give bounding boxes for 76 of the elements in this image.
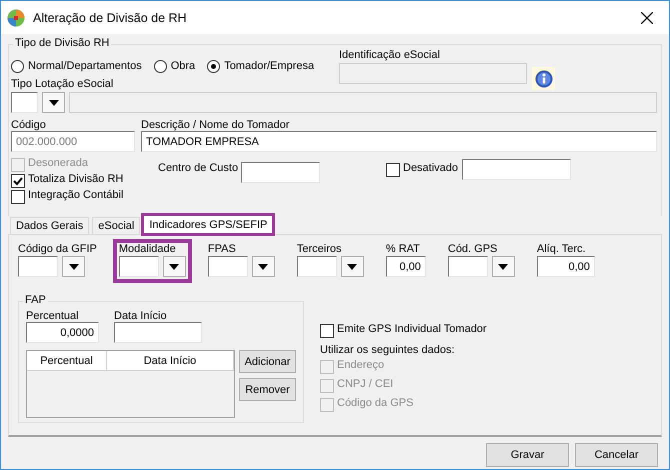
field-label: Data Início [114, 310, 167, 322]
radio-label: Normal/Departamentos [28, 60, 142, 72]
checkbox-label: Desonerada [28, 157, 88, 169]
dialog-button[interactable]: Gravar [486, 443, 569, 467]
section-label: Utilizar os seguintes dados: [320, 344, 455, 356]
tab[interactable]: Dados Gerais [10, 217, 90, 234]
combo-field[interactable] [11, 92, 38, 113]
caret-icon [68, 264, 78, 270]
combo-field[interactable] [18, 256, 58, 277]
radio-label: Tomador/Empresa [224, 60, 314, 72]
field-label: Cód. GPS [448, 243, 498, 255]
dropdown-button[interactable] [162, 256, 186, 277]
data-inicio-field[interactable] [114, 322, 202, 343]
field-label: Código [11, 119, 46, 131]
table-action-button[interactable]: Adicionar [239, 350, 296, 373]
checkbox-label: Integração Contábil [28, 189, 124, 201]
caret-icon [347, 264, 358, 270]
centro-custo-field[interactable] [241, 162, 320, 183]
radio-button[interactable] [11, 60, 24, 73]
radio-button[interactable] [207, 60, 220, 73]
dropdown-button[interactable] [42, 92, 65, 113]
dropdown-button[interactable] [340, 256, 364, 277]
dialog-button[interactable]: Cancelar [575, 443, 658, 467]
number-field[interactable]: 0,00 [536, 256, 595, 277]
checkbox-label: Endereço [337, 359, 384, 371]
checkbox[interactable] [11, 190, 25, 204]
field-label: Descrição / Nome do Tomador [141, 119, 290, 131]
field-label: FPAS [208, 243, 236, 255]
table-action-button[interactable]: Remover [239, 378, 296, 401]
group-legend: FAP [23, 294, 48, 306]
field-label: Código da GFIP [18, 243, 97, 255]
checkbox-label: Emite GPS Individual Tomador [337, 323, 487, 335]
radio-button[interactable] [154, 60, 167, 73]
lotacao-description-field[interactable] [69, 92, 657, 113]
close-icon [641, 12, 653, 24]
checkbox[interactable] [11, 174, 25, 188]
group-legend: Tipo de Divisão RH [13, 37, 112, 49]
number-field[interactable]: 0,00 [386, 256, 426, 277]
checkbox[interactable] [386, 162, 400, 176]
combo-field[interactable] [296, 256, 337, 277]
desativado-field[interactable] [462, 159, 572, 180]
field-label: Identificação eSocial [339, 49, 440, 61]
checkbox-label: CNPJ / CEI [337, 378, 394, 390]
field-label: Modalidade [118, 243, 176, 255]
tab[interactable]: eSocial [92, 217, 140, 234]
dropdown-button[interactable] [492, 256, 515, 277]
caret-icon [498, 264, 508, 270]
info-button[interactable] [532, 67, 555, 90]
checkbox[interactable] [320, 324, 334, 338]
field-label: % RAT [386, 243, 420, 255]
descricao-field[interactable]: TOMADOR EMPRESA [141, 131, 657, 152]
field-label: Percentual [26, 310, 79, 322]
field-label: Alíq. Terc. [536, 243, 586, 255]
radio-label: Obra [170, 60, 196, 72]
checkbox-label: Código da GPS [337, 397, 414, 409]
column-header: Percentual [27, 351, 107, 371]
field-label: Tipo Lotação eSocial [11, 78, 114, 90]
caret-icon [169, 264, 180, 270]
window-title: Alteração de Divisão de RH [33, 10, 188, 24]
dropdown-button[interactable] [252, 256, 275, 277]
tab[interactable]: Indicadores GPS/SEFIP [143, 215, 274, 234]
combo-field[interactable] [208, 256, 248, 277]
field-label: Centro de Custo [158, 162, 238, 174]
column-header: Data Início [107, 351, 234, 371]
caret-icon [258, 264, 268, 270]
combo-field[interactable] [118, 256, 159, 277]
info-icon [534, 70, 552, 88]
checkbox-label: Desativado [403, 162, 458, 174]
checkbox-label: Totaliza Divisão RH [28, 173, 124, 185]
app-icon [7, 8, 25, 26]
percentual-field[interactable]: 0,0000 [26, 322, 99, 343]
field-label: Terceiros [296, 243, 342, 255]
dropdown-button[interactable] [62, 256, 85, 277]
caret-icon [48, 100, 58, 106]
combo-field[interactable] [448, 256, 488, 277]
identificacao-field[interactable] [339, 63, 527, 84]
